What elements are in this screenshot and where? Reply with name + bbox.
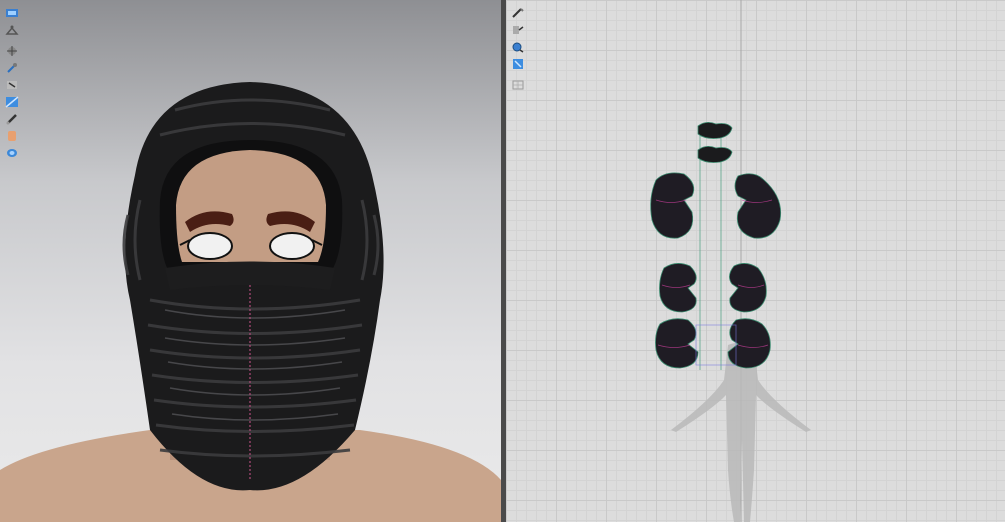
pen-icon[interactable] [510,6,526,20]
pattern-piece-bottom-left[interactable] [655,318,699,369]
pin-icon[interactable] [4,61,20,75]
3d-viewport[interactable] [0,0,501,522]
pattern-layout [650,0,811,522]
pattern-piece-head-left[interactable] [650,172,695,239]
fabric-icon[interactable] [4,95,20,109]
layer-icon[interactable] [4,146,20,160]
pattern-piece-mid-right[interactable] [729,263,767,313]
sewing-icon[interactable] [510,57,526,71]
hanger-icon[interactable] [4,23,20,37]
pattern-piece-small-2[interactable] [697,146,733,163]
2d-toolbar [510,6,528,95]
pattern-piece-small-1[interactable] [697,122,733,139]
brush-icon[interactable] [4,112,20,126]
select-icon[interactable] [4,78,20,92]
transform-icon[interactable] [4,44,20,58]
grid-icon[interactable] [510,78,526,92]
avatar-icon[interactable] [4,129,20,143]
simulation-icon[interactable] [4,6,20,20]
zoom-icon[interactable] [510,40,526,54]
arrange-icon[interactable] [510,23,526,37]
3d-avatar-scene [0,82,501,522]
app-window [0,0,1005,522]
pattern-piece-head-right[interactable] [734,173,782,239]
2d-pattern-viewport[interactable] [506,0,1005,522]
3d-toolbar [4,6,22,163]
